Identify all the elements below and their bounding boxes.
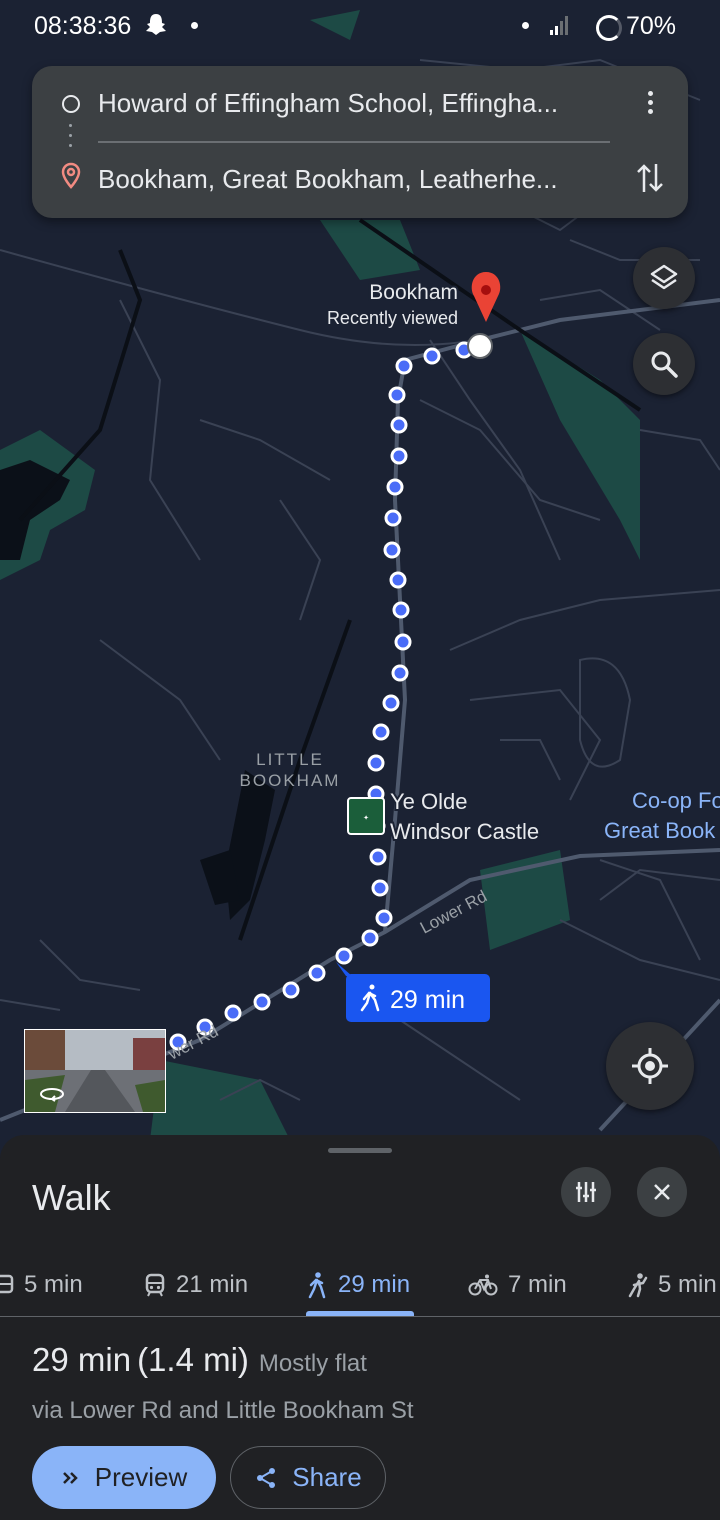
area-label-line2: BOOKHAM <box>240 771 341 790</box>
snapchat-icon <box>146 14 166 35</box>
tab-walk-label: 29 min <box>338 1271 411 1298</box>
signal-icon <box>550 16 568 35</box>
place-name-label[interactable]: Bookham <box>367 279 460 306</box>
double-chevron-right-icon <box>62 1471 78 1484</box>
tab-ride[interactable]: 5 min <box>626 1257 717 1313</box>
destination-pin-icon <box>61 162 81 189</box>
preview-label: Preview <box>94 1462 188 1492</box>
status-dot-icon <box>522 22 529 29</box>
tab-bus-label: 5 min <box>24 1271 83 1298</box>
place-subtitle-label: Recently viewed <box>327 308 458 328</box>
travel-mode-tabs: 5 min 21 min 29 min 7 min 5 min <box>0 1247 720 1317</box>
tab-transit-label: 21 min <box>176 1271 249 1298</box>
tab-bike-label: 7 min <box>508 1271 567 1298</box>
route-via: via Lower Rd and Little Bookham St <box>32 1397 414 1424</box>
directions-card: Howard of Effingham School, Effingha... … <box>32 66 688 218</box>
share-label: Share <box>292 1462 362 1492</box>
origin-circle-icon <box>62 95 80 113</box>
tab-ride-label: 5 min <box>658 1271 717 1298</box>
origin-field[interactable]: Howard of Effingham School, Effingha... <box>32 66 688 142</box>
tab-bike[interactable]: 7 min <box>468 1257 567 1313</box>
route-badge-label: 29 min <box>390 986 465 1014</box>
route-distance: (1.4 mi) <box>137 1341 249 1378</box>
ride-icon <box>628 1273 648 1298</box>
poi-coop-line1[interactable]: Co-op Fo <box>632 788 720 813</box>
bike-icon <box>468 1274 498 1296</box>
train-icon <box>145 1273 165 1297</box>
battery-percent: 70% <box>626 12 677 40</box>
layers-button[interactable] <box>633 247 695 309</box>
destination-text[interactable]: Bookham, Great Bookham, Leatherhe... <box>98 164 608 195</box>
sheet-divider <box>0 1316 720 1317</box>
sheet-drag-handle[interactable] <box>328 1148 392 1153</box>
svg-text:✦: ✦ <box>363 814 369 822</box>
search-icon <box>651 351 678 378</box>
poi-coop-line2[interactable]: Great Book <box>604 818 716 843</box>
walk-icon <box>308 1272 326 1299</box>
route-summary[interactable]: 29 min (1.4 mi) Mostly flat <box>32 1341 367 1379</box>
route-terrain-note: Mostly flat <box>258 1350 367 1377</box>
more-options-icon[interactable] <box>636 88 664 118</box>
poi-name-line1[interactable]: Ye Olde <box>388 787 469 816</box>
travel-mode-title: Walk <box>32 1177 111 1218</box>
status-bar: 08:38:36 70% <box>0 0 720 56</box>
destination-field[interactable]: Bookham, Great Bookham, Leatherhe... <box>32 142 688 218</box>
my-location-button[interactable] <box>606 1022 694 1110</box>
share-button[interactable]: Share <box>230 1446 386 1509</box>
crosshair-icon <box>632 1048 668 1084</box>
close-icon <box>654 1184 670 1200</box>
origin-text[interactable]: Howard of Effingham School, Effingha... <box>98 88 608 119</box>
close-button[interactable] <box>637 1167 687 1217</box>
notification-dot-icon <box>191 22 198 29</box>
directions-sheet: Walk 5 min 21 min 29 min 7 min 5 min 29 … <box>0 1135 720 1520</box>
preview-button[interactable]: Preview <box>32 1446 216 1509</box>
poi-pub-icon[interactable]: ✦ <box>347 797 385 835</box>
search-along-route-button[interactable] <box>633 333 695 395</box>
tab-bus[interactable]: 5 min <box>0 1257 83 1313</box>
rotate-360-icon <box>40 1088 64 1102</box>
swap-icon[interactable] <box>634 158 666 198</box>
street-view-thumbnail[interactable] <box>24 1029 166 1113</box>
status-time: 08:38:36 <box>34 12 132 40</box>
tab-walk[interactable]: 29 min <box>306 1257 410 1313</box>
route-duration: 29 min <box>32 1341 132 1378</box>
tab-transit[interactable]: 21 min <box>144 1257 248 1313</box>
layers-icon <box>650 264 678 290</box>
tune-icon <box>576 1182 596 1202</box>
poi-name-line2[interactable]: Windsor Castle <box>388 817 541 846</box>
route-options-button[interactable] <box>561 1167 611 1217</box>
battery-icon <box>596 15 622 41</box>
bus-icon <box>0 1274 14 1294</box>
area-label-line1: LITTLE <box>256 750 324 769</box>
share-icon <box>257 1467 276 1488</box>
